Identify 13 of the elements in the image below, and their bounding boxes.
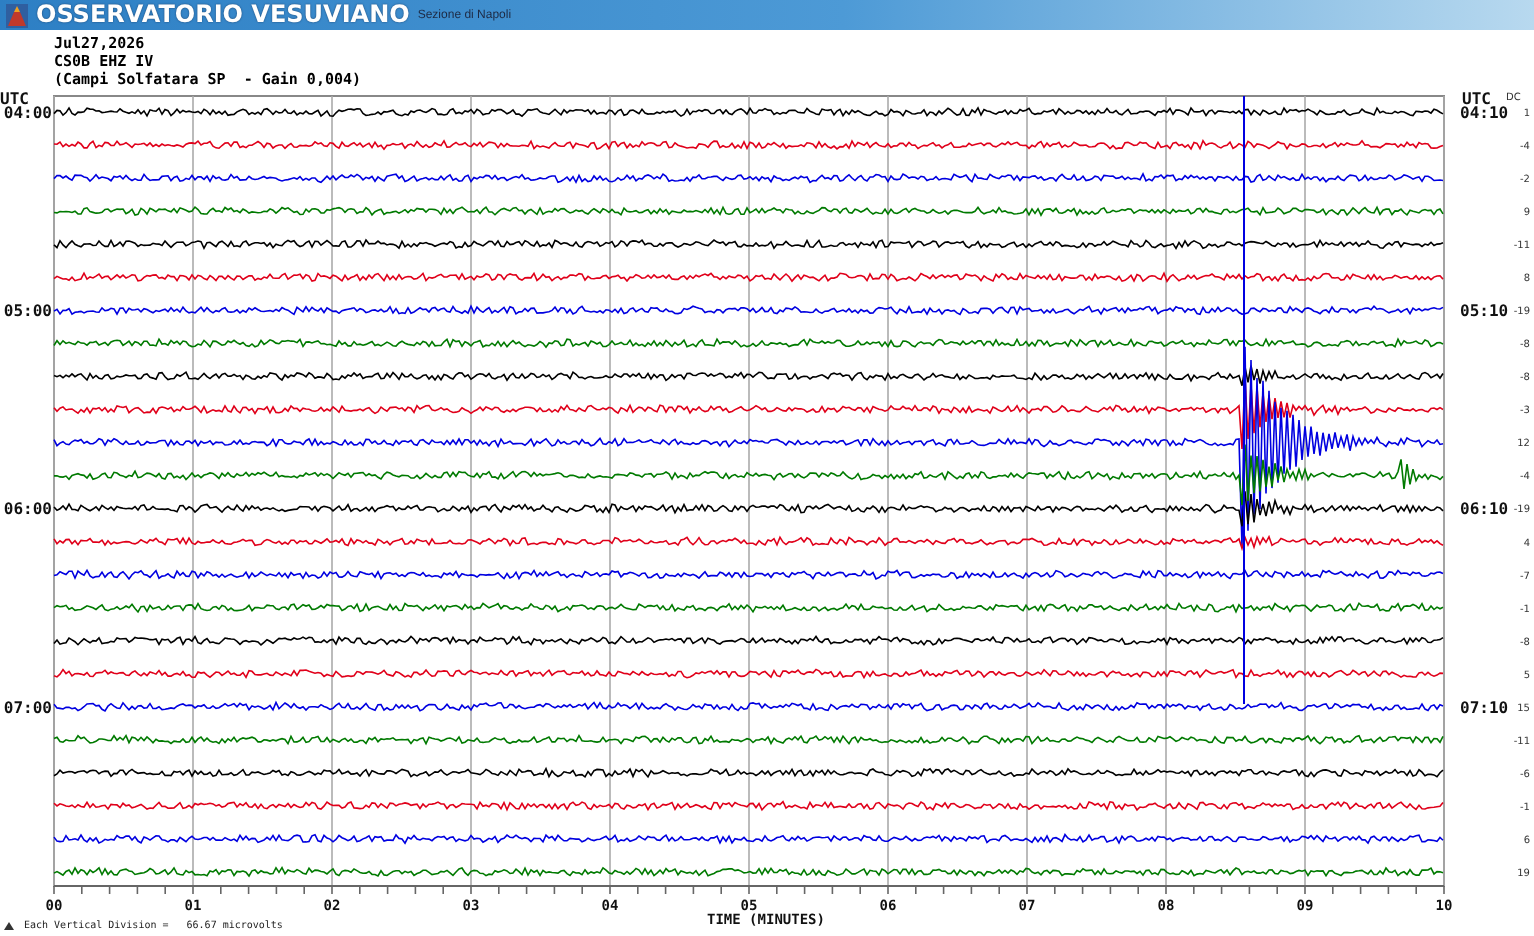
time-label: 06:00 (3, 500, 52, 519)
time-label: 04:00 (3, 104, 52, 122)
axis-title: UTC (1462, 92, 1491, 108)
time-label: 07:00 (3, 698, 52, 717)
volcano-logo-icon (6, 3, 28, 27)
time-label: 04:10 (1460, 104, 1509, 122)
axis-title: UTC (0, 92, 29, 108)
time-label: 06:10 (1460, 500, 1509, 519)
header-title: OSSERVATORIO VESUVIANO (36, 0, 410, 30)
time-label: 05:00 (3, 302, 52, 321)
scale-marker-icon (4, 922, 14, 930)
time-label: 07:10 (1460, 698, 1509, 717)
time-label: 05:10 (1460, 302, 1509, 321)
